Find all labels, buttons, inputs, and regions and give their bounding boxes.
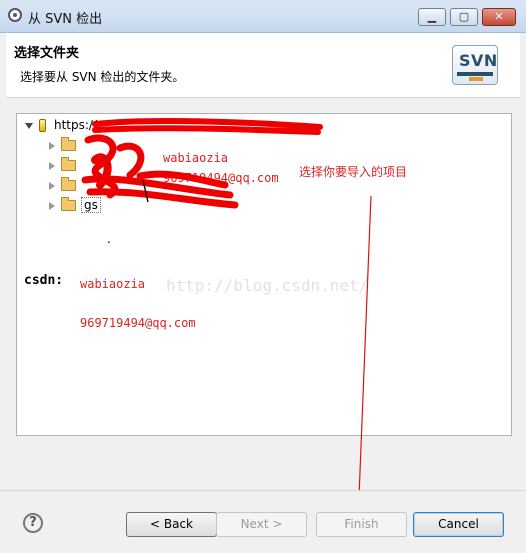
- expand-toggle-icon[interactable]: [49, 181, 55, 190]
- folder-icon: [61, 157, 76, 171]
- svn-logo-accent: [469, 77, 483, 81]
- help-icon[interactable]: ?: [23, 513, 43, 533]
- wizard-header: 选择文件夹 选择要从 SVN 检出的文件夹。 SVN: [6, 33, 520, 98]
- folder-label: gs: [81, 197, 101, 213]
- expand-toggle-icon[interactable]: [49, 141, 55, 150]
- tree-row-folder-4[interactable]: gs: [49, 196, 101, 214]
- folder-icon: [61, 137, 76, 151]
- tree-row-folder-3[interactable]: [49, 176, 81, 194]
- next-button[interactable]: Next >: [216, 512, 307, 537]
- minimize-button[interactable]: ▁: [418, 8, 446, 26]
- tree-dot: .: [107, 232, 111, 246]
- folder-icon: [61, 197, 76, 211]
- folder-icon: [61, 177, 76, 191]
- overlay-email: 969719494@qq.com: [163, 171, 279, 185]
- blog-watermark: http://blog.csdn.net/: [166, 276, 369, 295]
- hint-annotation: 选择你要导入的项目: [299, 165, 408, 179]
- author-name: wabiaozia: [80, 277, 146, 291]
- wizard-content: https:// gs . wabiaozia 969719494@qq.com…: [6, 98, 520, 490]
- svn-logo: SVN: [452, 45, 498, 85]
- author-email: 969719494@qq.com: [80, 316, 196, 330]
- page-description: 选择要从 SVN 检出的文件夹。: [20, 70, 185, 84]
- svn-logo-bar: [457, 72, 493, 76]
- svn-logo-text: SVN: [459, 51, 498, 70]
- close-button[interactable]: ✕: [482, 8, 516, 26]
- tree-row-root[interactable]: https://: [25, 116, 97, 134]
- wizard-footer: ? < Back Next > Finish Cancel: [0, 490, 526, 553]
- overlay-name: wabiaozia: [163, 151, 229, 165]
- tree-row-folder-1[interactable]: [49, 136, 81, 154]
- tree-row-folder-2[interactable]: [49, 156, 81, 174]
- expand-toggle-icon[interactable]: [25, 122, 33, 129]
- finish-button[interactable]: Finish: [316, 512, 407, 537]
- repository-url: https://: [54, 118, 98, 132]
- title-bar: 从 SVN 检出 ▁ ▢ ✕: [0, 0, 526, 33]
- expand-toggle-icon[interactable]: [49, 201, 55, 210]
- app-icon: [8, 8, 22, 22]
- back-button[interactable]: < Back: [126, 512, 217, 537]
- expand-toggle-icon[interactable]: [49, 161, 55, 170]
- maximize-button[interactable]: ▢: [450, 8, 478, 26]
- repository-icon: [39, 119, 46, 132]
- page-title: 选择文件夹: [14, 46, 80, 61]
- csdn-label: csdn:: [24, 273, 64, 288]
- window-title: 从 SVN 检出: [28, 12, 103, 27]
- cancel-button[interactable]: Cancel: [413, 512, 504, 537]
